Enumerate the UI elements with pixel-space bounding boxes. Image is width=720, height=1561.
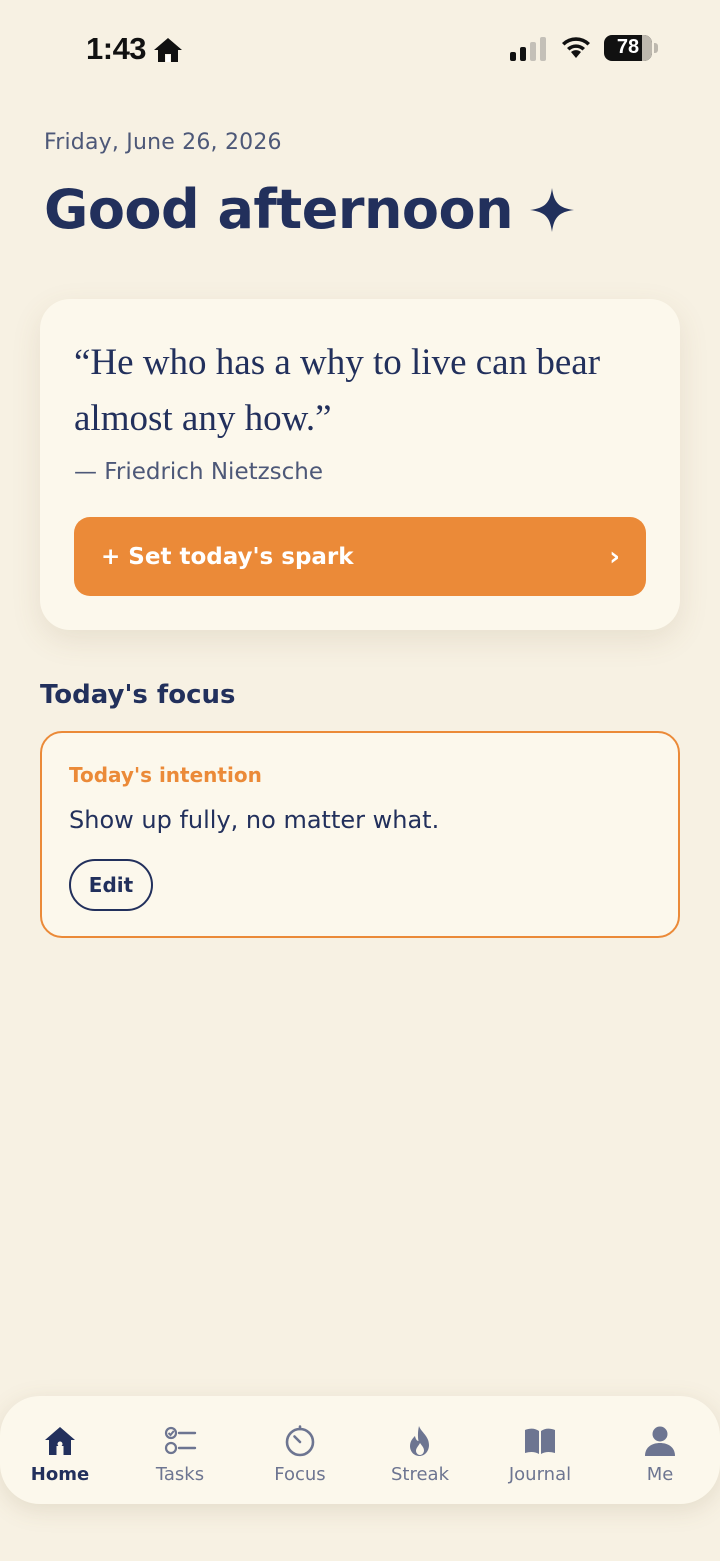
nav-item-tasks[interactable]: Tasks [120,1396,240,1504]
greeting-text: Good afternoon [44,178,514,241]
wifi-icon [562,37,590,58]
intention-text: Show up fully, no matter what. [69,806,440,834]
nav-label-tasks: Tasks [155,1464,205,1485]
home-icon [45,1427,75,1455]
nav-item-journal[interactable]: Journal [480,1396,600,1504]
signal-icon [510,37,546,61]
battery-icon: 78 [604,35,658,63]
nav-label-me: Me [646,1464,674,1485]
book-icon [525,1428,555,1454]
nav-label-home: Home [30,1464,90,1485]
nav-item-focus[interactable]: Focus [240,1396,360,1504]
bottom-nav: Home Tasks Focus Streak Journal Me [0,1396,720,1504]
intention-card: Today's intention Show up fully, no matt… [40,731,680,938]
tasks-icon [164,1426,197,1455]
nav-label-focus: Focus [274,1464,326,1485]
person-icon [645,1426,675,1456]
edit-intention-button[interactable]: Edit [69,859,153,911]
flame-icon [410,1426,429,1456]
set-spark-label: + Set today's spark [101,543,354,570]
chevron-right-icon: › [609,541,620,572]
sparkle-icon [530,187,575,232]
section-title-focus: Today's focus [40,680,236,710]
nav-item-streak[interactable]: Streak [360,1396,480,1504]
status-bar: 1:43 78 [0,0,720,98]
timer-icon [285,1425,315,1457]
greeting-heading: Good afternoon [44,178,575,241]
quote-author: — Friedrich Nietzsche [74,459,324,485]
date-label: Friday, June 26, 2026 [44,130,282,155]
nav-item-me[interactable]: Me [600,1396,720,1504]
status-time: 1:43 [86,31,147,66]
nav-item-home[interactable]: Home [0,1396,120,1504]
home-status-icon [154,38,182,62]
set-spark-button[interactable]: + Set today's spark › [74,517,646,596]
battery-level: 78 [616,36,640,58]
quote-text: “He who has a why to live can bear almos… [74,342,601,439]
nav-label-journal: Journal [508,1464,572,1485]
quote-card: “He who has a why to live can bear almos… [40,299,680,630]
intention-label: Today's intention [69,763,262,787]
nav-label-streak: Streak [390,1464,450,1485]
